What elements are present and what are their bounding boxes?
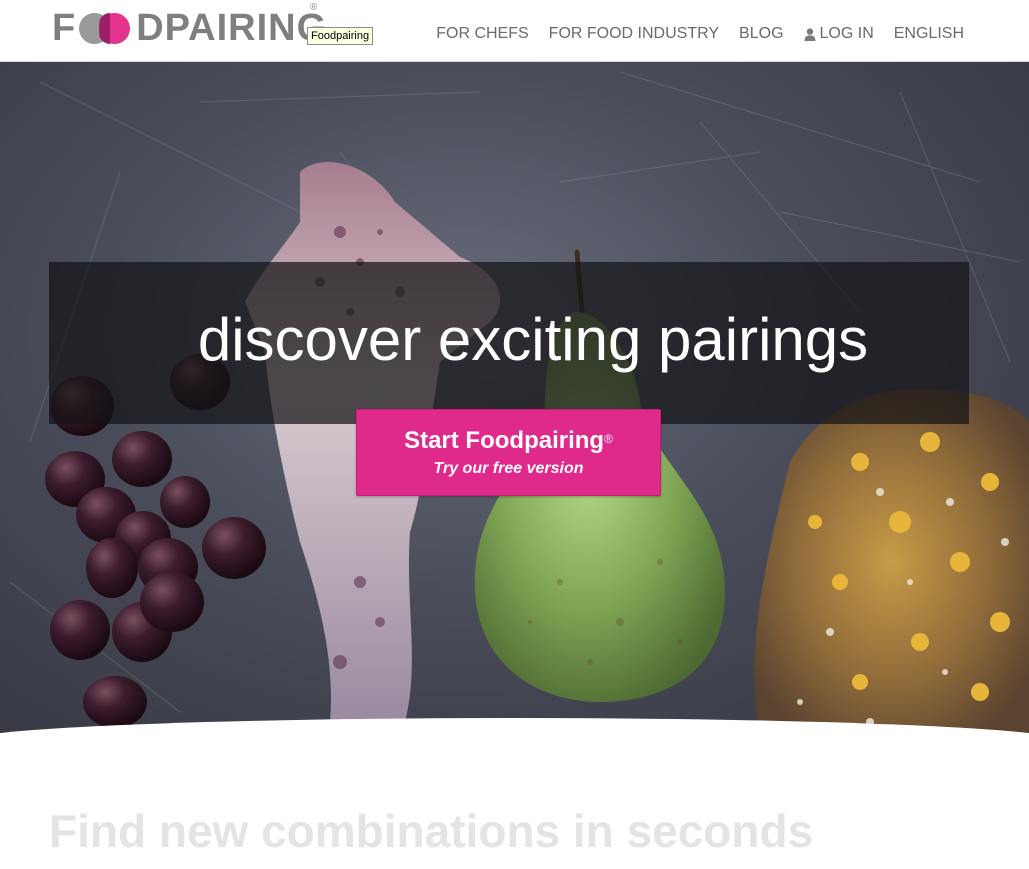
user-icon: [804, 27, 816, 41]
logo-wordmark: F DPAIRING: [52, 7, 328, 49]
site-header: F DPAIRING ® Foodpairing FOR CHEFS FOR F…: [0, 0, 1029, 62]
nav-log-in-label: LOG IN: [819, 25, 874, 42]
logo-letter-f: F: [52, 7, 77, 49]
logo-registered-mark: ®: [310, 2, 318, 13]
nav-for-chefs[interactable]: FOR CHEFS: [436, 24, 528, 44]
nav-for-food-industry[interactable]: FOR FOOD INDUSTRY: [549, 24, 719, 44]
nav-log-in[interactable]: LOG IN: [804, 24, 874, 44]
cta-subtitle: Try our free version: [433, 460, 584, 477]
logo-circles-icon: [77, 10, 135, 46]
nav-language-english[interactable]: ENGLISH: [894, 24, 964, 44]
nav-blog[interactable]: BLOG: [739, 24, 783, 44]
hero-headline: discover exciting pairings: [197, 306, 869, 373]
cta-title: Start Foodpairing®: [404, 427, 613, 454]
section-title: Find new combinations in seconds: [49, 805, 814, 857]
logo-tooltip: Foodpairing: [307, 27, 374, 45]
main-nav: FOR CHEFS FOR FOOD INDUSTRY BLOG LOG IN …: [416, 24, 964, 44]
cta-registered-mark: ®: [604, 432, 613, 446]
logo-letters-rest: DPAIRING: [136, 7, 328, 49]
foodpairing-logo[interactable]: F DPAIRING: [52, 7, 328, 49]
start-foodpairing-button[interactable]: Start Foodpairing® Try our free version: [356, 409, 661, 496]
